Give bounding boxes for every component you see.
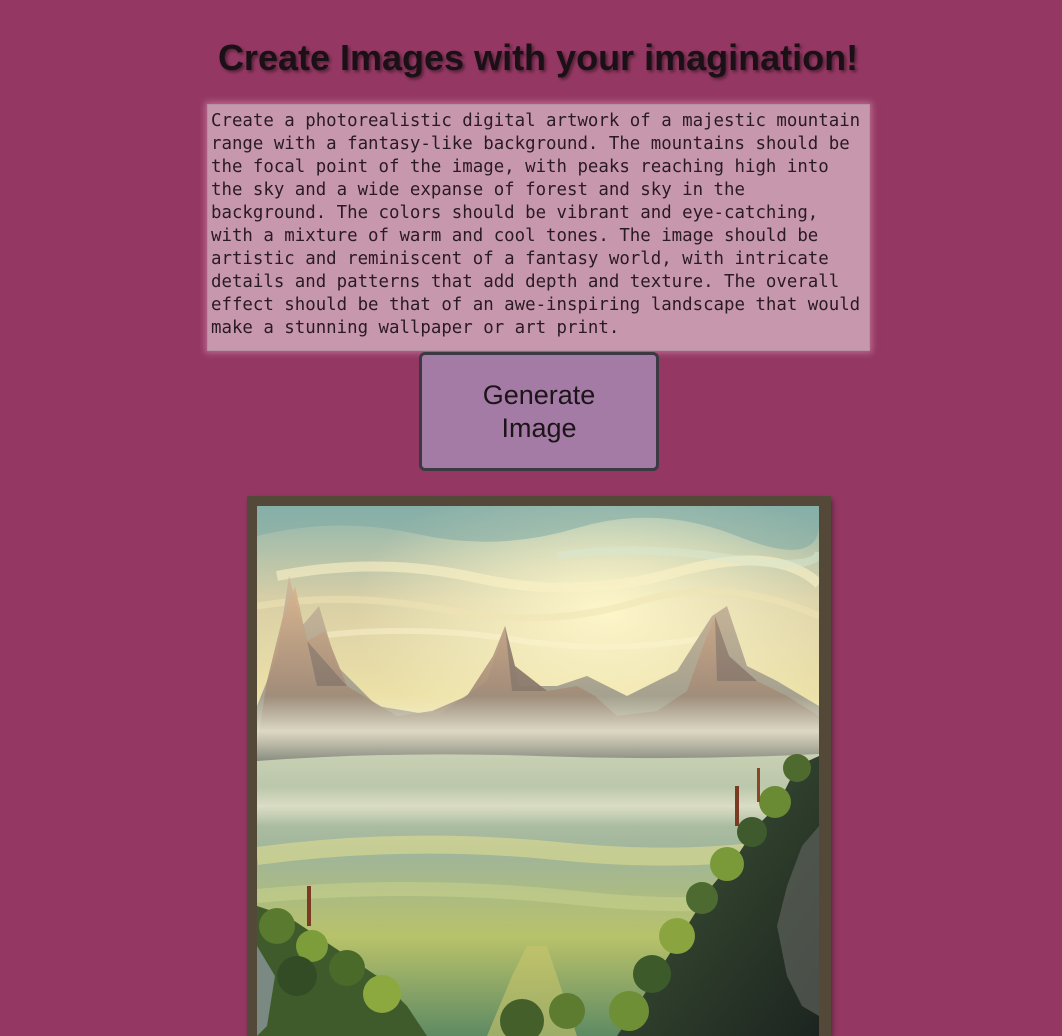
page-title: Create Images with your imagination! <box>217 37 859 78</box>
generated-image-frame <box>247 496 831 1036</box>
prompt-input[interactable]: Create a photorealistic digital artwork … <box>207 104 870 351</box>
generated-image <box>257 506 819 1036</box>
generate-image-button[interactable]: Generate Image <box>419 352 659 471</box>
